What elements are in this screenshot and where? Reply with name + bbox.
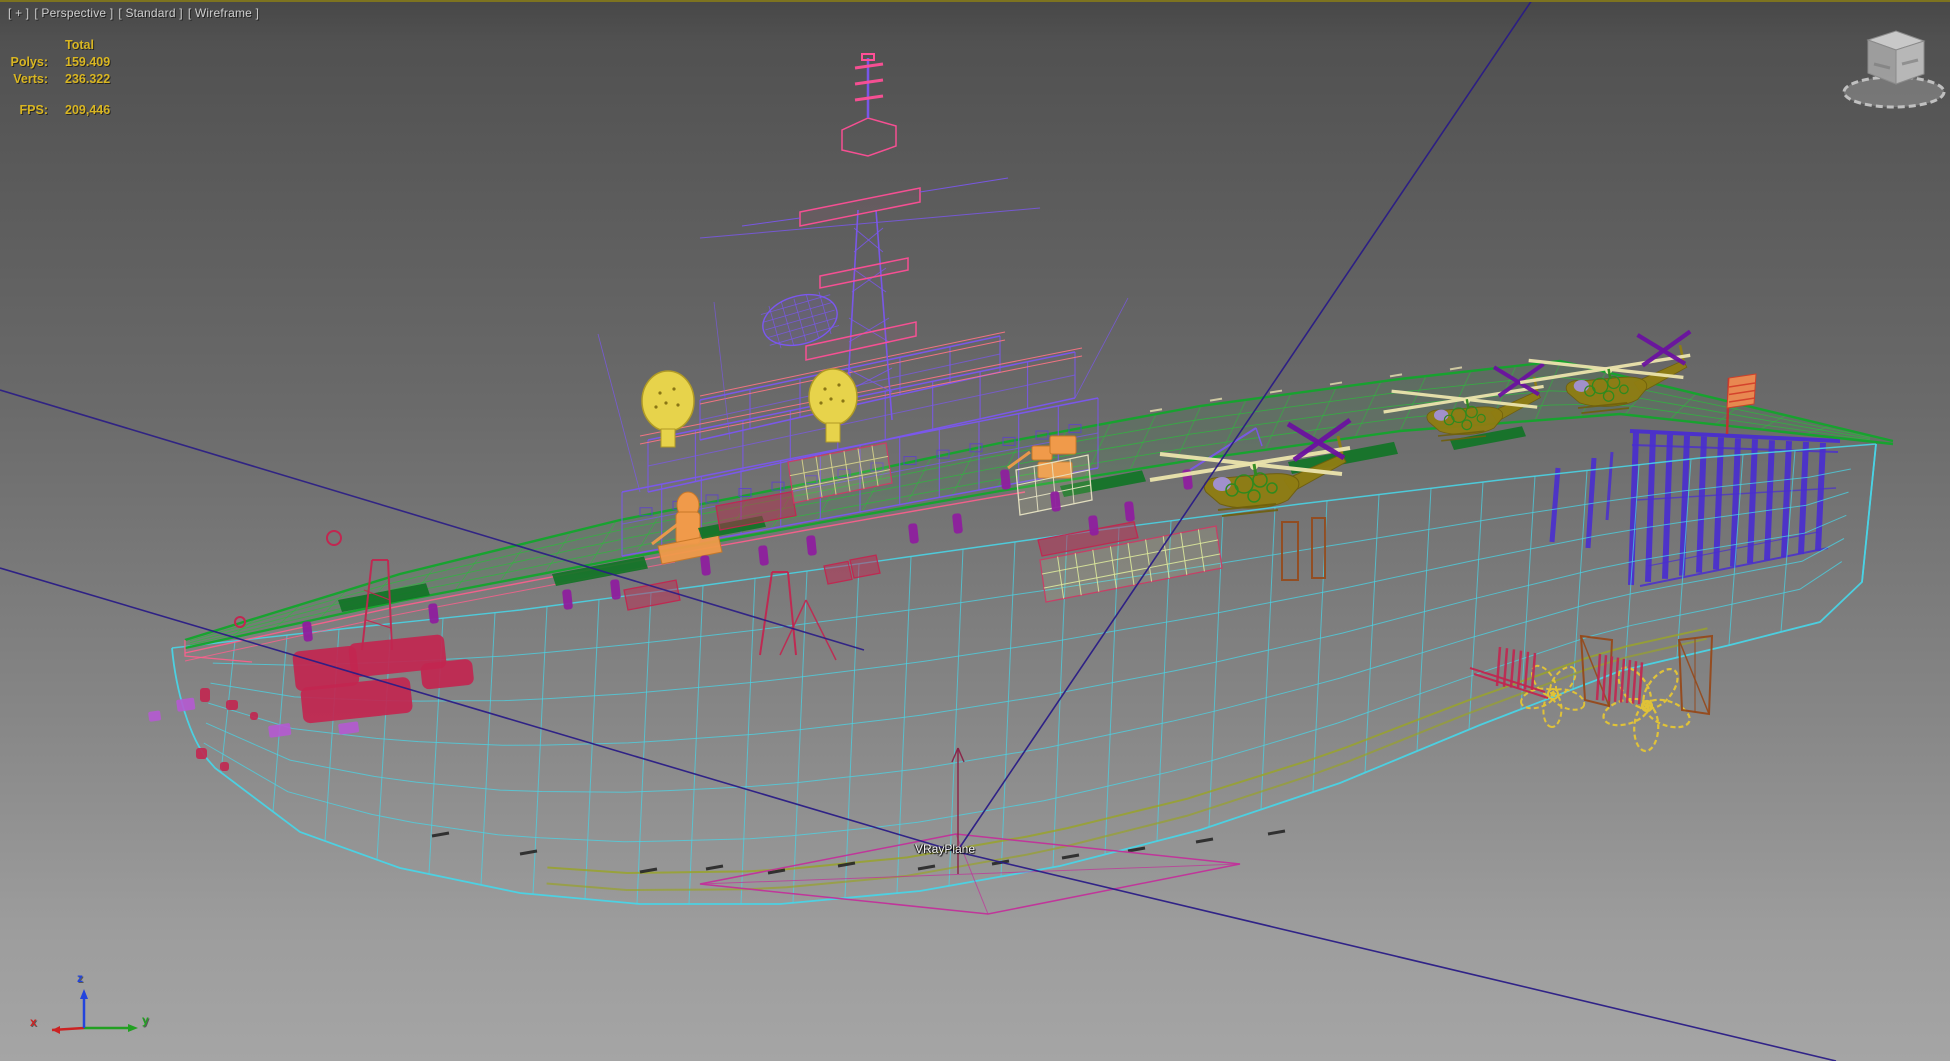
viewport-general-menu[interactable]: [ + ] <box>8 6 29 20</box>
axis-x-label: x <box>30 1015 37 1029</box>
stats-total-header: Total <box>65 38 94 52</box>
stats-fps-row: FPS: 209,446 <box>10 102 111 119</box>
axis-y-label: y <box>142 1013 149 1027</box>
light-rays[interactable] <box>0 0 1837 1061</box>
viewport-renderer-menu[interactable]: [ Standard ] <box>118 6 182 20</box>
axis-z-label: z <box>77 971 83 985</box>
ship-wireframe-scene[interactable] <box>0 0 1950 1061</box>
stats-fps-label: FPS: <box>19 103 48 117</box>
statistics-overlay: Total Polys: 159.409 Verts: 236.322 FPS:… <box>10 37 110 119</box>
viewport-pov-menu[interactable]: [ Perspective ] <box>34 6 113 20</box>
active-viewport-border <box>0 0 1950 2</box>
stats-header-row: Total <box>10 37 110 54</box>
perspective-viewport[interactable]: [ + ] [ Perspective ] [ Standard ] [ Wirefr… <box>0 0 1950 1061</box>
world-axis-lines <box>51 989 138 1034</box>
stats-verts-label: Verts: <box>13 72 48 86</box>
propellers[interactable] <box>1519 662 1694 753</box>
stats-polys-value: 159.409 <box>65 55 111 69</box>
mast-tower[interactable] <box>699 53 1041 421</box>
stats-verts-value: 236.322 <box>65 72 111 86</box>
vrayplane-object-label: VRayPlane <box>914 842 976 856</box>
stats-polys-row: Polys: 159.409 <box>10 54 110 71</box>
stats-header-spacer <box>10 37 48 54</box>
viewport-shading-menu[interactable]: [ Wireframe ] <box>188 6 259 20</box>
stats-fps-value: 209,446 <box>65 103 111 117</box>
viewport-label: [ + ] [ Perspective ] [ Standard ] [ Wirefr… <box>8 6 264 20</box>
view-cube[interactable] <box>1838 18 1950 118</box>
stats-polys-label: Polys: <box>10 55 48 69</box>
stats-verts-row: Verts: 236.322 <box>10 71 110 88</box>
world-axis-tripod: x y z <box>20 971 180 1061</box>
